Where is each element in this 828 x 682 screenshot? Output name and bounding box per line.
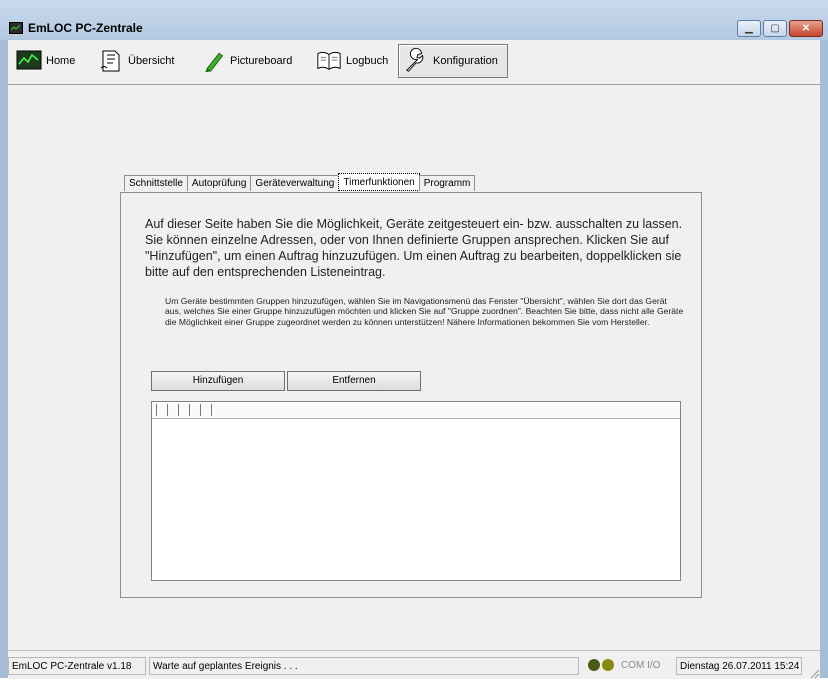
home-button[interactable]: Home: [12, 44, 79, 78]
status-bar: EmLOC PC-Zentrale v1.18 Warte auf geplan…: [8, 650, 820, 679]
add-button[interactable]: Hinzufügen: [151, 371, 285, 391]
konfiguration-button[interactable]: Konfiguration: [398, 44, 508, 78]
tab-autopruefung[interactable]: Autoprüfung: [186, 175, 252, 191]
timer-job-list[interactable]: [151, 401, 681, 581]
column-divider[interactable]: [200, 404, 201, 416]
datetime-text: Dienstag 26.07.2011 15:24: [676, 657, 802, 675]
close-button[interactable]: ✕: [789, 20, 823, 37]
remove-button[interactable]: Entfernen: [287, 371, 421, 391]
logbuch-button[interactable]: Logbuch: [312, 44, 392, 78]
book-icon: [316, 48, 342, 74]
pictureboard-label: Pictureboard: [230, 55, 293, 67]
column-divider[interactable]: [167, 404, 168, 416]
uebersicht-button[interactable]: Übersicht: [94, 44, 178, 78]
minimize-button[interactable]: ▁: [737, 20, 761, 37]
window-title: EmLOC PC-Zentrale: [28, 21, 143, 35]
window-controls: ▁ ▢ ✕: [735, 20, 823, 37]
tab-strip: Schnittstelle Autoprüfung Geräteverwaltu…: [124, 173, 476, 193]
column-divider[interactable]: [189, 404, 190, 416]
tab-schnittstelle[interactable]: Schnittstelle: [124, 175, 188, 191]
group-note-text: Um Geräte bestimmten Gruppen hinzuzufüge…: [165, 296, 684, 327]
content-area: Schnittstelle Autoprüfung Geräteverwaltu…: [8, 86, 820, 646]
client-area: Home Übersicht Pictureboard Logbuch Konf…: [8, 40, 820, 679]
wrench-icon: [403, 47, 429, 74]
pictureboard-button[interactable]: Pictureboard: [196, 44, 296, 78]
timer-panel: Auf dieser Seite haben Sie die Möglichke…: [120, 192, 702, 598]
com-status: COM I/O: [621, 660, 661, 671]
toolbar: Home Übersicht Pictureboard Logbuch Konf…: [8, 40, 820, 85]
uebersicht-label: Übersicht: [128, 55, 175, 67]
list-header: [152, 402, 680, 419]
status-message: Warte auf geplantes Ereignis . . .: [149, 657, 579, 675]
app-icon: [9, 22, 23, 34]
column-divider[interactable]: [178, 404, 179, 416]
app-window: EmLOC PC-Zentrale ▁ ▢ ✕ Home Übersicht P…: [0, 0, 828, 679]
highlighter-icon: [200, 48, 226, 74]
tab-geraeteverwaltung[interactable]: Geräteverwaltung: [250, 175, 340, 191]
status-led-2: [602, 659, 614, 671]
version-text: EmLOC PC-Zentrale v1.18: [8, 657, 146, 675]
monitor-chart-icon: [16, 48, 42, 74]
status-led-1: [588, 659, 600, 671]
maximize-button[interactable]: ▢: [763, 20, 787, 37]
tab-programm[interactable]: Programm: [418, 175, 476, 191]
document-outline-icon: [98, 48, 124, 74]
column-divider[interactable]: [211, 404, 212, 416]
home-label: Home: [46, 55, 76, 67]
column-divider[interactable]: [156, 404, 157, 416]
title-bar[interactable]: EmLOC PC-Zentrale ▁ ▢ ✕: [0, 0, 828, 40]
intro-text: Auf dieser Seite haben Sie die Möglichke…: [145, 217, 683, 279]
tab-timerfunktionen[interactable]: Timerfunktionen: [338, 173, 420, 191]
resize-grip[interactable]: [808, 667, 820, 679]
konfiguration-label: Konfiguration: [433, 55, 498, 67]
logbuch-label: Logbuch: [346, 55, 389, 67]
